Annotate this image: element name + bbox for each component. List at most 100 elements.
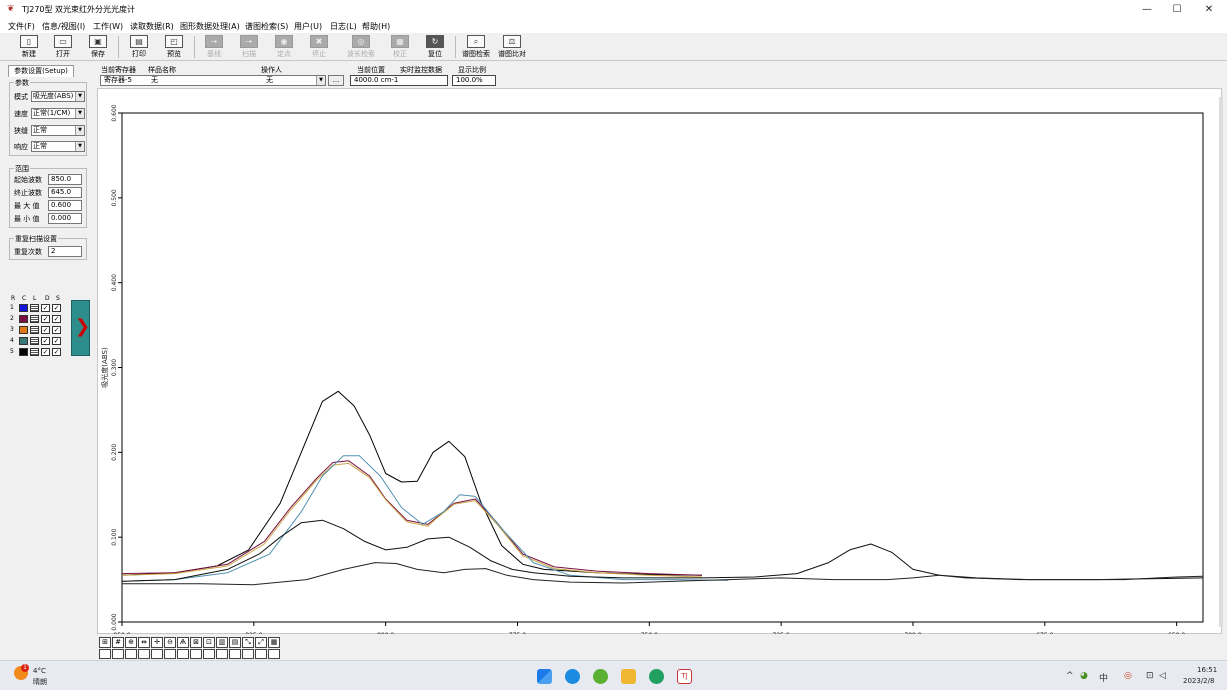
menu-graph-processing[interactable]: 图形数据处理(A) [180,21,240,32]
channel-color-swatch[interactable] [19,348,28,356]
repeat-count-input[interactable]: 2 [48,246,82,257]
ruler-tool-icon[interactable]: ▦ [268,637,280,648]
range-tool-icon[interactable]: ▤ [229,637,241,648]
menu-user[interactable]: 用户(U) [294,21,322,32]
channel-color-swatch[interactable] [19,337,28,345]
end-wavenumber-input[interactable]: 645.0 [48,187,82,198]
channel-select-checkbox[interactable]: ✓ [52,337,61,345]
spectrum-chart[interactable]: 850.0 825.0 800.0 775.0 750.0 725.0 700.0 675.0… [97,88,1222,634]
more-button[interactable]: ... [328,75,344,86]
channel-display-checkbox[interactable]: ✓ [41,315,50,323]
channel-select-checkbox[interactable]: ✓ [52,326,61,334]
spectrum-compare-button[interactable]: ⚖ 谱图比对 [494,34,530,60]
tj-spectrometer-taskbar-icon[interactable]: TJ [677,669,692,684]
wechat-icon[interactable] [649,669,664,684]
maximize-button[interactable]: ☐ [1162,2,1192,18]
network-icon[interactable]: ⊡ [1146,671,1154,681]
start-wavenumber-input[interactable]: 850.0 [48,174,82,185]
pan-v-secondary-tool-icon[interactable] [151,649,163,659]
channel-line-style[interactable] [30,326,39,334]
grid-secondary-tool-icon[interactable] [112,649,124,659]
chart-scrollbar[interactable] [1219,97,1223,627]
tab-setup[interactable]: 参数设置(Setup) [8,65,74,77]
zoom-out-tool-icon[interactable]: ⊖ [164,637,176,648]
speed-select[interactable]: 正常(1/CM) ▼ [31,108,85,119]
max-value-input[interactable]: 0.600 [48,200,82,211]
response-select[interactable]: 正常 ▼ [31,141,85,152]
zoom-out-secondary-tool-icon[interactable] [164,649,176,659]
apply-channels-button[interactable]: ❯ [71,300,90,356]
channel-display-checkbox[interactable]: ✓ [41,348,50,356]
autoscale-secondary-tool-icon[interactable] [242,649,254,659]
menu-spectrum-search[interactable]: 谱图检索(S) [245,21,288,32]
menu-file[interactable]: 文件(F) [8,21,35,32]
derivative-tool-icon[interactable]: ⊡ [203,637,215,648]
channel-select-checkbox[interactable]: ✓ [52,315,61,323]
channel-line-style[interactable] [30,315,39,323]
pan-v-tool-icon[interactable]: ✛ [151,637,163,648]
channel-color-swatch[interactable] [19,326,28,334]
menu-log[interactable]: 日志(L) [330,21,357,32]
stop-button[interactable]: ✖ 停止 [302,34,336,60]
grid-tool-icon[interactable]: # [112,637,124,648]
channel-line-style[interactable] [30,337,39,345]
preview-button[interactable]: ◰ 预览 [157,34,191,60]
save-button[interactable]: ▣ 保存 [81,34,115,60]
export-secondary-tool-icon[interactable] [255,649,267,659]
area-secondary-tool-icon[interactable] [190,649,202,659]
channel-display-checkbox[interactable]: ✓ [41,326,50,334]
chevron-up-icon[interactable]: ^ [1066,671,1074,681]
channel-display-checkbox[interactable]: ✓ [41,304,50,312]
channel-select-checkbox[interactable]: ✓ [52,304,61,312]
edge-browser-icon[interactable] [565,669,580,684]
tray-security-icon[interactable]: ◎ [1124,671,1132,681]
mode-select[interactable]: 吸光度(ABS) ▼ [31,91,85,102]
menu-help[interactable]: 帮助(H) [362,21,390,32]
autoscale-tool-icon[interactable]: ⤡ [242,637,254,648]
scan-button[interactable]: ⇢ 扫描 [232,34,266,60]
channel-display-checkbox[interactable]: ✓ [41,337,50,345]
reset-button[interactable]: ↻ 复位 [418,34,452,60]
channel-select-checkbox[interactable]: ✓ [52,348,61,356]
calibrate-button[interactable]: ▦ 校正 [383,34,417,60]
spectrum-search-button[interactable]: ⌕ 谱图检索 [458,34,494,60]
zoom-in-secondary-tool-icon[interactable] [125,649,137,659]
wavelength-search-button[interactable]: ◎ 波长检索 [342,34,380,60]
fit-secondary-tool-icon[interactable] [99,649,111,659]
start-menu-icon[interactable] [537,669,552,684]
chevron-down-icon[interactable]: ▼ [316,76,325,85]
file-explorer-icon[interactable] [621,669,636,684]
minimize-button[interactable]: — [1132,2,1162,18]
open-button[interactable]: ▭ 打开 [46,34,80,60]
derivative-secondary-tool-icon[interactable] [203,649,215,659]
channel-line-style[interactable] [30,348,39,356]
close-button[interactable]: ✕ [1194,2,1224,18]
channel-line-style[interactable] [30,304,39,312]
slit-select[interactable]: 正常 ▼ [31,125,85,136]
baseline-button[interactable]: ⇢ 基线 [197,34,231,60]
range-secondary-tool-icon[interactable] [229,649,241,659]
smooth-tool-icon[interactable]: ▥ [216,637,228,648]
register-sample-operator-field[interactable]: 寄存器-5 无 无 ▼ [100,75,326,86]
menu-info-view[interactable]: 信息/视图(I) [42,21,85,32]
menu-work[interactable]: 工作(W) [93,21,123,32]
print-button[interactable]: ▤ 打印 [122,34,156,60]
input-method-indicator[interactable]: 中 [1099,671,1108,684]
fixed-point-button[interactable]: ◉ 定点 [267,34,301,60]
channel-color-swatch[interactable] [19,304,28,312]
tray-app-icon[interactable]: ◕ [1080,671,1088,681]
export-tool-icon[interactable]: ⤢ [255,637,267,648]
volume-icon[interactable]: ◁ [1159,671,1166,681]
area-tool-icon[interactable]: ⊠ [190,637,202,648]
channel-color-swatch[interactable] [19,315,28,323]
min-value-input[interactable]: 0.000 [48,213,82,224]
fit-tool-icon[interactable]: ⊞ [99,637,111,648]
pan-h-tool-icon[interactable]: ⇹ [138,637,150,648]
zoom-in-tool-icon[interactable]: ⊕ [125,637,137,648]
new-button[interactable]: ▯ 新建 [12,34,46,60]
smooth-secondary-tool-icon[interactable] [216,649,228,659]
pan-h-secondary-tool-icon[interactable] [138,649,150,659]
peak-tool-icon[interactable]: Ѧ [177,637,189,648]
ruler-secondary-tool-icon[interactable] [268,649,280,659]
menu-read-data[interactable]: 读取数据(R) [130,21,174,32]
